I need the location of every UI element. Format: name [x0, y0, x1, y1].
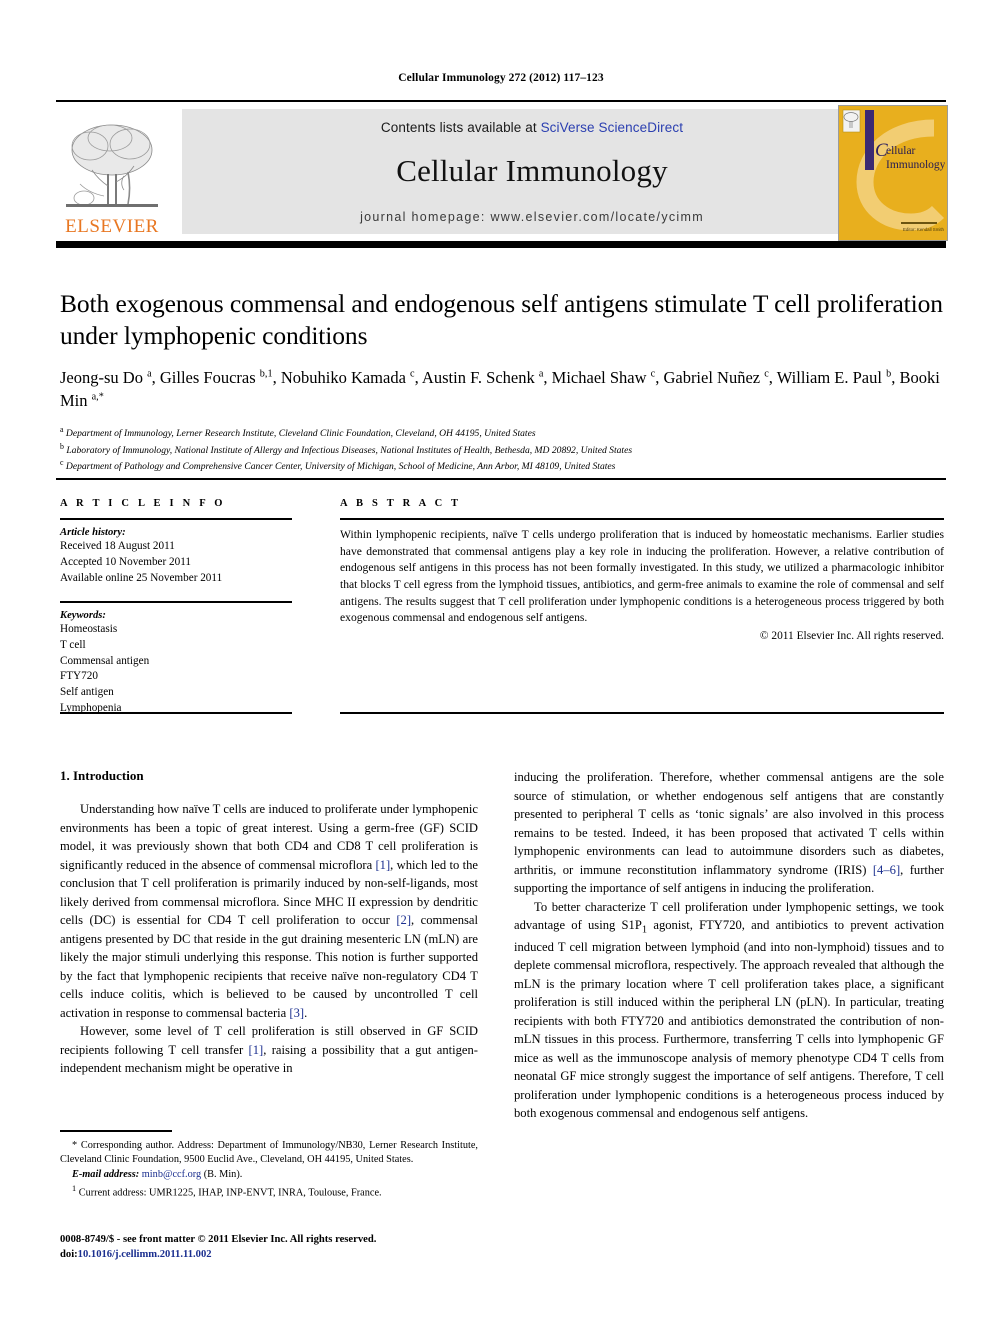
abstract-copyright: © 2011 Elsevier Inc. All rights reserved…: [759, 630, 944, 643]
info-band-bottom-rule-left: [60, 712, 292, 714]
journal-homepage-link[interactable]: journal homepage: www.elsevier.com/locat…: [360, 210, 704, 224]
history-received: Received 18 August 2011: [60, 540, 175, 552]
footnote-rule: [60, 1130, 172, 1132]
affiliation-text: Department of Immunology, Lerner Researc…: [65, 427, 536, 439]
doi-line: doi:10.1016/j.cellimm.2011.11.002: [60, 1247, 490, 1262]
masthead-bottom-bar: [56, 241, 946, 248]
keyword-item: FTY720: [60, 670, 98, 683]
keyword-item: Commensal antigen: [60, 654, 150, 667]
affiliation-text: Laboratory of Immunology, National Insti…: [66, 444, 633, 456]
journal-masthead: ELSEVIER Contents lists available at Sci…: [56, 100, 948, 248]
elsevier-wordmark: ELSEVIER: [65, 216, 159, 237]
section-heading-introduction: 1. Introduction: [60, 768, 144, 783]
corresponding-mark: *: [72, 1139, 78, 1151]
footnote-email: E-mail address: minb@ccf.org (B. Min).: [60, 1168, 478, 1183]
keywords-rule: [60, 600, 292, 603]
sciencedirect-link[interactable]: SciVerse ScienceDirect: [541, 120, 684, 135]
info-band-bottom-rule-right: [340, 712, 944, 714]
affiliation-item: a Department of Immunology, Lerner Resea…: [60, 424, 536, 439]
history-available: Available online 25 November 2011: [60, 571, 223, 584]
affiliation-item: c Department of Pathology and Comprehens…: [60, 458, 616, 473]
doi-label: doi:: [60, 1249, 78, 1261]
article-info-heading: A R T I C L E I N F O: [60, 498, 226, 509]
email-suffix: (B. Min).: [203, 1169, 243, 1181]
footnote-current-address: 1 Current address: UMR1225, IHAP, INP-EN…: [60, 1183, 478, 1201]
email-label: E-mail address:: [72, 1169, 140, 1181]
article-title: Both exogenous commensal and endogenous …: [60, 289, 943, 351]
article-info-rule: [60, 518, 292, 520]
email-link[interactable]: minb@ccf.org: [142, 1169, 201, 1180]
svg-text:Editor: Kendall Smith: Editor: Kendall Smith: [903, 227, 945, 232]
footnote-corresponding-author: * Corresponding author. Address: Departm…: [60, 1139, 478, 1169]
masthead-top-rule: [56, 100, 946, 102]
history-accepted: Accepted 10 November 2011: [60, 555, 191, 568]
contents-prefix: Contents lists available at: [380, 120, 541, 135]
journal-cover-thumbnail: C ellular Immunology Editor: Kendall Smi…: [838, 105, 948, 241]
footnote-block: * Corresponding author. Address: Departm…: [60, 1130, 478, 1202]
svg-text:Immunology: Immunology: [886, 159, 945, 171]
keywords-label: Keywords:: [60, 609, 106, 621]
body-column-right: inducing the proliferation. Therefore, w…: [514, 768, 944, 1123]
title-block: Both exogenous commensal and endogenous …: [60, 288, 946, 474]
affiliation-list: a Department of Immunology, Lerner Resea…: [60, 424, 946, 474]
masthead-grey-panel: Contents lists available at SciVerse Sci…: [182, 109, 882, 234]
affiliation-item: b Laboratory of Immunology, National Ins…: [60, 441, 633, 456]
body-column-left: 1. Introduction Understanding how naïve …: [60, 768, 478, 1078]
running-head: Cellular Immunology 272 (2012) 117–123: [398, 72, 604, 84]
citation-ref[interactable]: [1]: [249, 1043, 264, 1057]
abstract-rule: [340, 518, 944, 520]
paper-page: Cellular Immunology 272 (2012) 117–123 E…: [0, 0, 992, 1323]
abstract-column: A B S T R A C T Within lymphopenic recip…: [340, 498, 944, 642]
intro-paragraph-1: Understanding how naïve T cells are indu…: [60, 802, 478, 1020]
citation-ref[interactable]: [1]: [375, 858, 390, 872]
corresponding-text: Corresponding author. Address: Departmen…: [60, 1139, 478, 1166]
citation-ref[interactable]: [3]: [289, 1006, 304, 1020]
cover-artwork: C ellular Immunology Editor: Kendall Smi…: [839, 106, 946, 238]
intro-paragraph-4: To better characterize T cell proliferat…: [514, 899, 945, 1121]
keyword-item: Homeostasis: [60, 622, 118, 635]
elsevier-logo: ELSEVIER: [58, 106, 166, 236]
keyword-item: T cell: [60, 638, 86, 651]
keyword-item: Self antigen: [60, 686, 114, 699]
journal-title: Cellular Immunology: [396, 153, 668, 188]
intro-paragraph-3: inducing the proliferation. Therefore, w…: [514, 770, 944, 895]
abstract-heading: A B S T R A C T: [340, 498, 462, 509]
current-address-text: Current address: UMR1225, IHAP, INP-ENVT…: [78, 1187, 382, 1199]
keyword-item: Lymphopenia: [60, 702, 122, 715]
elsevier-tree-icon: [66, 124, 158, 207]
footer-issn-block: 0008-8749/$ - see front matter © 2011 El…: [60, 1232, 490, 1262]
contents-available-line: Contents lists available at SciVerse Sci…: [381, 120, 683, 135]
article-history-label: Article history:: [60, 527, 126, 538]
intro-paragraph-2: However, some level of T cell proliferat…: [60, 1024, 478, 1075]
abstract-text: Within lymphopenic recipients, naïve T c…: [340, 528, 944, 625]
affiliation-text: Department of Pathology and Comprehensiv…: [65, 461, 616, 473]
info-band-top-rule: [56, 478, 946, 480]
doi-value[interactable]: 10.1016/j.cellimm.2011.11.002: [78, 1249, 212, 1260]
citation-ref[interactable]: [4–6]: [873, 863, 900, 877]
current-address-mark: 1: [72, 1184, 77, 1194]
author-list: Jeong-su Do a, Gilles Foucras b,1, Nobuh…: [60, 368, 940, 411]
issn-copyright-line: 0008-8749/$ - see front matter © 2011 El…: [60, 1234, 377, 1245]
citation-ref[interactable]: [2]: [396, 913, 411, 927]
svg-text:ellular: ellular: [886, 145, 916, 157]
article-info-column: A R T I C L E I N F O Article history: R…: [60, 498, 292, 717]
